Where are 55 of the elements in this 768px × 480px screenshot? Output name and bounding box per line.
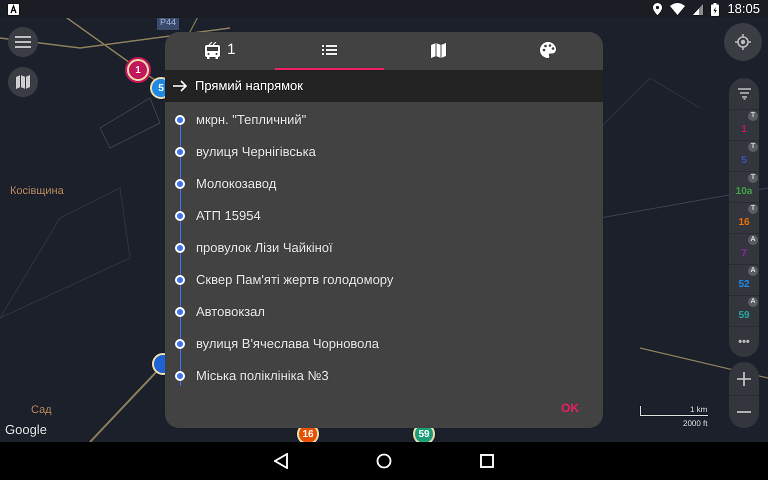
route-number: 7 xyxy=(741,246,747,260)
route-number: 59 xyxy=(738,308,750,322)
notification-icon xyxy=(8,4,19,14)
stop-name[interactable]: Автовокзал xyxy=(196,302,265,322)
stop-name[interactable]: Молокозавод xyxy=(196,174,276,194)
stop-dot xyxy=(175,243,185,253)
location-icon xyxy=(653,3,662,15)
filter-icon[interactable] xyxy=(738,88,750,100)
stop-name[interactable]: вулиця В'ячеслава Чорновола xyxy=(196,334,379,354)
more-button[interactable]: ••• xyxy=(729,326,759,357)
stop-dot xyxy=(175,211,185,221)
stop-dot xyxy=(175,339,185,349)
map-attribution: Google xyxy=(5,421,47,439)
clock-time: 18:05 xyxy=(727,0,760,18)
tab[interactable]: 1 xyxy=(165,32,274,70)
palette-icon xyxy=(540,42,556,58)
route-number: 10a xyxy=(736,184,752,198)
recents-icon[interactable] xyxy=(480,454,494,468)
signal-icon xyxy=(693,4,704,14)
stop-name[interactable]: вулиця Чернігівська xyxy=(196,142,316,162)
stop-name[interactable]: мкрн. "Тепличний" xyxy=(196,110,306,130)
place-label: Сад xyxy=(31,403,52,418)
back-icon[interactable] xyxy=(274,453,288,469)
stop-dot xyxy=(175,371,185,381)
route-number: 16 xyxy=(738,216,750,230)
home-icon[interactable] xyxy=(376,453,392,469)
stop-name[interactable]: Сквер Пам'яті жертв голодомору xyxy=(196,270,394,290)
map-marker[interactable]: 1 xyxy=(127,59,149,81)
stop-name[interactable]: АТП 15954 xyxy=(196,206,261,226)
place-label: Косівщина xyxy=(10,184,64,199)
map-icon[interactable] xyxy=(16,75,30,89)
scale-bar xyxy=(640,406,708,416)
direction-title: Прямий напрямок xyxy=(195,77,303,96)
stop-dot xyxy=(175,307,185,317)
stop-name[interactable]: Міська поліклініка №3 xyxy=(196,366,329,386)
route-number: 1 xyxy=(741,122,747,136)
stop-dot xyxy=(175,147,185,157)
battery-icon xyxy=(711,2,720,16)
road-label: P44 xyxy=(157,18,180,30)
route-number: 52 xyxy=(738,278,750,292)
stop-dot xyxy=(175,179,185,189)
scale-label: 1 km xyxy=(690,404,708,416)
crosshair-icon[interactable] xyxy=(735,34,751,50)
scale-label: 2000 ft xyxy=(683,418,708,430)
trolleybus-icon xyxy=(204,42,222,58)
plus-icon[interactable] xyxy=(737,372,751,386)
stop-dot xyxy=(175,275,185,285)
menu-icon[interactable] xyxy=(15,36,31,48)
list-icon xyxy=(322,45,337,55)
route-number: 5 xyxy=(741,154,747,168)
stop-name[interactable]: провулок Лізи Чайкіної xyxy=(196,238,333,258)
wifi-icon xyxy=(670,3,686,15)
arrow-right-icon xyxy=(173,80,187,92)
stop-dot xyxy=(175,115,185,125)
map-icon xyxy=(431,42,446,58)
